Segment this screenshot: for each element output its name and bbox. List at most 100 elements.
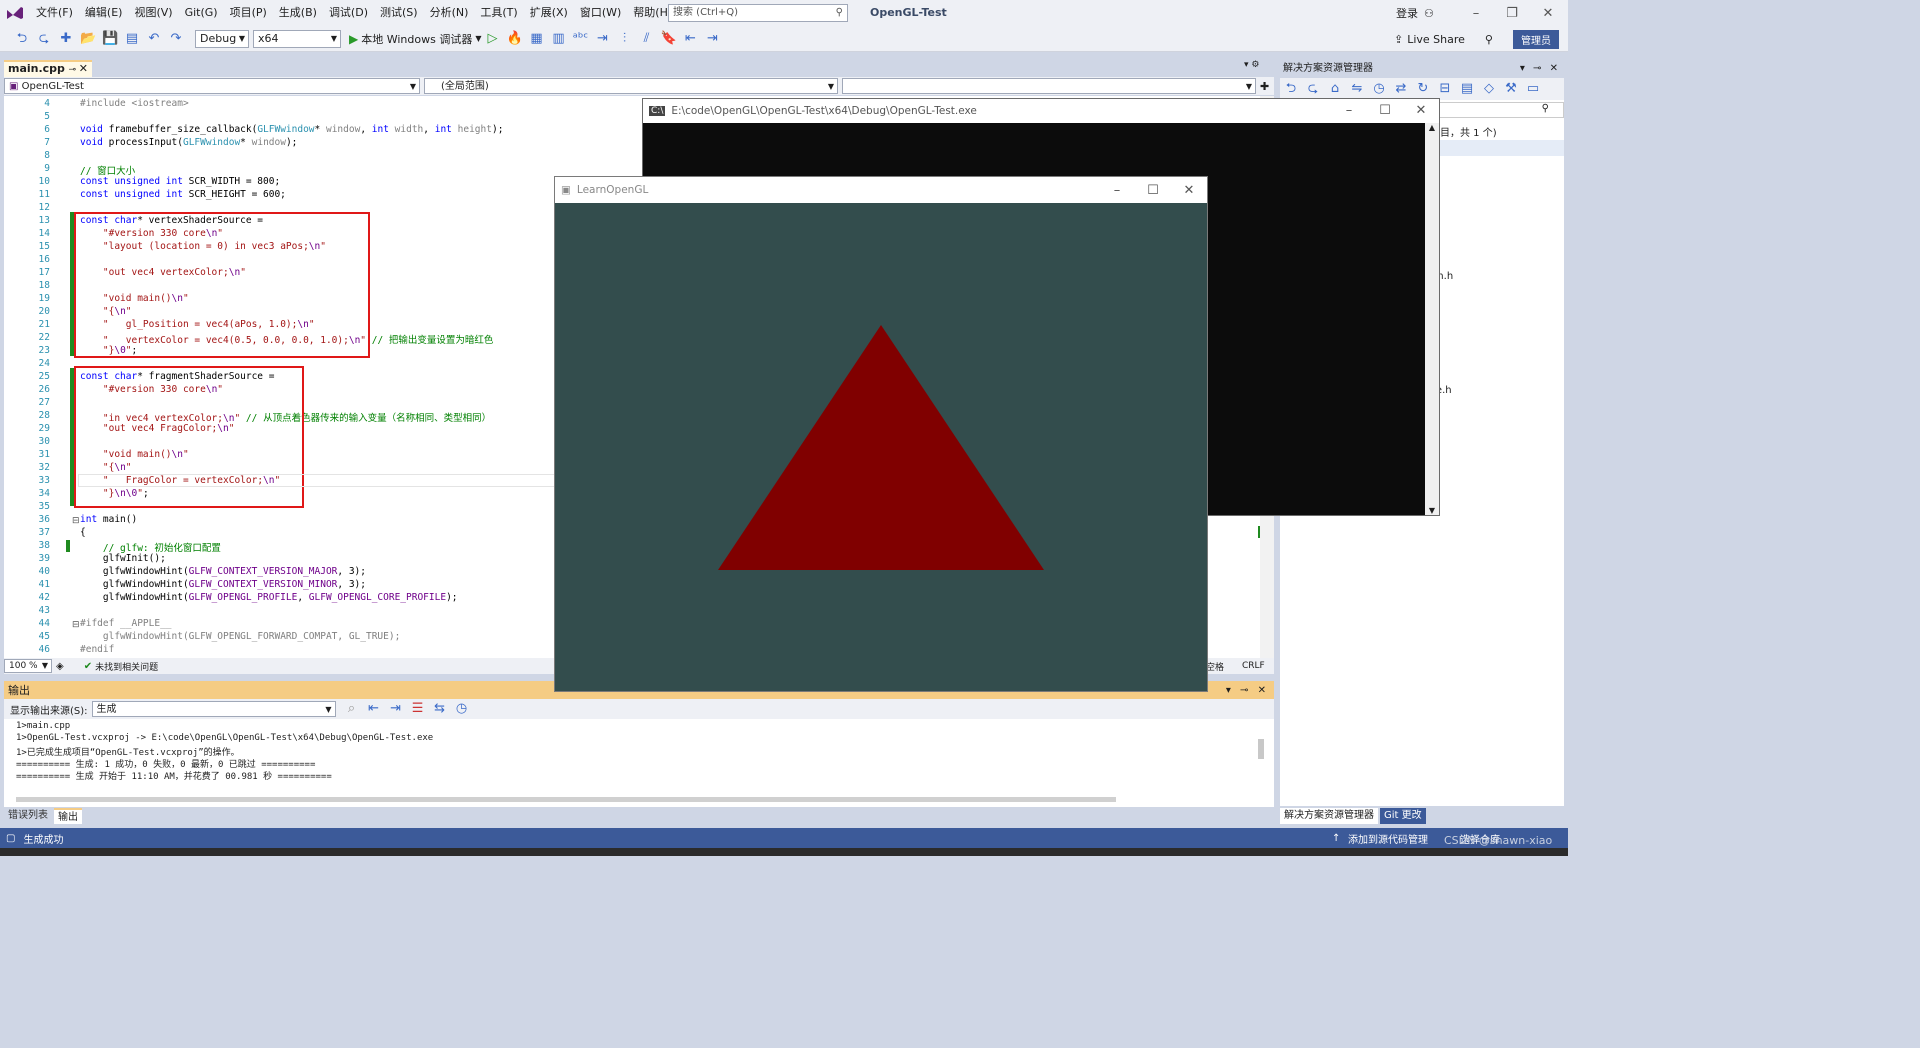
tab-solution-explorer[interactable]: 解决方案资源管理器 — [1280, 808, 1378, 824]
pin-icon[interactable]: ⊸ — [1240, 685, 1248, 696]
issues-status[interactable]: 未找到相关问题 — [95, 660, 158, 673]
tab-error-list[interactable]: 错误列表 — [4, 808, 52, 824]
forward-icon[interactable]: ⮎ — [1305, 81, 1321, 97]
word-wrap-icon[interactable]: ⇆ — [432, 701, 448, 717]
browse-icon[interactable]: ▦ — [529, 31, 545, 47]
collapse-all-icon[interactable]: ⊟ — [1437, 81, 1453, 97]
maximize-icon[interactable]: ☐ — [1367, 103, 1403, 118]
switch-view-icon[interactable]: ⇋ — [1349, 81, 1365, 97]
collapse-toggle-icon[interactable]: ⊟ — [72, 620, 80, 630]
comment-icon[interactable]: ⫽ — [639, 31, 655, 47]
clear-all-icon[interactable]: ☰ — [410, 701, 426, 717]
login-link[interactable]: 登录 — [1396, 5, 1418, 21]
tab-overflow-icon[interactable]: ▾ ⚙ — [1244, 60, 1259, 70]
refresh-icon[interactable]: ↻ — [1415, 81, 1431, 97]
bookmark-next-icon[interactable]: ⇥ — [705, 31, 721, 47]
project-nav-select[interactable]: ▣ OpenGL-Test ▼ — [4, 78, 420, 94]
step-icon[interactable]: ⇥ — [595, 31, 611, 47]
tab-main-cpp[interactable]: main.cpp ⊸ ✕ — [4, 60, 92, 77]
tab-git-changes[interactable]: Git 更改 — [1380, 808, 1426, 824]
redo-icon[interactable]: ↷ — [168, 31, 184, 47]
properties-icon[interactable]: ⚒ — [1503, 81, 1519, 97]
minimize-icon[interactable]: – — [1458, 6, 1494, 21]
source-control-icon[interactable]: ↑ — [1332, 833, 1340, 844]
menu-item[interactable]: 项目(P) — [224, 0, 273, 26]
save-icon[interactable]: 💾 — [102, 31, 118, 47]
config-select[interactable]: Debug ▼ — [195, 29, 249, 48]
layout-icon[interactable]: ▥ — [551, 31, 567, 47]
forward-icon[interactable]: ⮎ — [36, 31, 52, 47]
back-icon[interactable]: ⮌ — [14, 31, 30, 47]
menu-item[interactable]: 窗口(W) — [574, 0, 627, 26]
collapse-toggle-icon[interactable]: ⊟ — [72, 516, 80, 526]
scroll-down-icon[interactable]: ▼ — [1425, 506, 1439, 515]
home-icon[interactable]: ⌂ — [1327, 81, 1343, 97]
close-icon[interactable]: ✕ — [1403, 103, 1439, 118]
show-all-files-icon[interactable]: ▤ — [1459, 81, 1475, 97]
tab-output[interactable]: 输出 — [54, 808, 82, 824]
maximize-icon[interactable]: ☐ — [1135, 183, 1171, 198]
maximize-icon[interactable]: ❐ — [1494, 6, 1530, 21]
code-view-icon[interactable]: ◇ — [1481, 81, 1497, 97]
hot-reload-icon[interactable]: 🔥 — [507, 31, 523, 47]
close-icon[interactable]: ✕ — [1550, 63, 1558, 74]
selected-row[interactable] — [1428, 140, 1564, 156]
find-message-icon[interactable]: ⌕ — [344, 701, 360, 717]
bookmark-icon[interactable]: 🔖 — [661, 31, 677, 47]
menu-item[interactable]: 扩展(X) — [524, 0, 574, 26]
new-project-icon[interactable]: ✚ — [58, 31, 74, 47]
menu-item[interactable]: 分析(N) — [424, 0, 475, 26]
menu-item[interactable]: 生成(B) — [273, 0, 323, 26]
line-ending[interactable]: CRLF — [1242, 661, 1265, 671]
horizontal-scrollbar[interactable] — [16, 797, 1116, 802]
chevron-down-icon[interactable]: ▼ — [475, 34, 481, 43]
prev-message-icon[interactable]: ⇤ — [366, 701, 382, 717]
history-icon[interactable]: ◷ — [1371, 81, 1387, 97]
pin-icon[interactable]: ⊸ — [68, 63, 76, 77]
run-icon[interactable]: ▶ — [349, 32, 358, 46]
zoom-select[interactable]: 100 % ▼ — [4, 659, 52, 673]
platform-select[interactable]: x64 ▼ — [253, 29, 341, 48]
format-icon[interactable]: ⫶ — [617, 31, 633, 47]
vertical-scrollbar-thumb[interactable] — [1258, 739, 1264, 759]
menu-item[interactable]: 编辑(E) — [79, 0, 129, 26]
indent-mode[interactable]: 空格 — [1206, 660, 1224, 673]
close-icon[interactable]: ✕ — [1258, 685, 1266, 696]
live-share-button[interactable]: Live Share — [1407, 33, 1465, 46]
back-icon[interactable]: ⮌ — [1283, 81, 1299, 97]
intellicode-icon[interactable]: ◈ — [56, 661, 64, 672]
next-message-icon[interactable]: ⇥ — [388, 701, 404, 717]
add-to-source-control[interactable]: 添加到源代码管理 — [1348, 831, 1428, 846]
split-icon[interactable]: ✚ — [1260, 80, 1269, 93]
close-icon[interactable]: ✕ — [1171, 183, 1207, 198]
minimize-icon[interactable]: – — [1099, 183, 1135, 198]
scroll-up-icon[interactable]: ▲ — [1425, 123, 1439, 132]
close-tab-icon[interactable]: ✕ — [79, 62, 88, 76]
menu-item[interactable]: 文件(F) — [30, 0, 79, 26]
search-input[interactable]: 搜索 (Ctrl+Q) ⚲ — [668, 4, 848, 22]
dropdown-icon[interactable]: ▾ — [1520, 63, 1525, 74]
console-scrollbar[interactable]: ▲ ▼ — [1425, 123, 1439, 515]
account-icon[interactable]: ⚇ — [1424, 7, 1434, 20]
menu-item[interactable]: 测试(S) — [374, 0, 424, 26]
output-text[interactable]: 1>main.cpp 1>OpenGL-Test.vcxproj -> E:\c… — [4, 719, 1274, 807]
live-share-icon[interactable]: ⇪ — [1394, 33, 1403, 46]
open-folder-icon[interactable]: 📂 — [80, 31, 96, 47]
menu-item[interactable]: 调试(D) — [323, 0, 374, 26]
undo-icon[interactable]: ↶ — [146, 31, 162, 47]
run-without-debug-icon[interactable]: ▷ — [485, 31, 501, 47]
feedback-icon[interactable]: ⚲ — [1485, 33, 1493, 46]
save-all-icon[interactable]: ▤ — [124, 31, 140, 47]
member-nav-select[interactable]: ▼ — [842, 78, 1256, 94]
sync-icon[interactable]: ⇄ — [1393, 81, 1409, 97]
close-icon[interactable]: ✕ — [1530, 6, 1566, 21]
preview-icon[interactable]: ▭ — [1525, 81, 1541, 97]
dropdown-icon[interactable]: ▾ — [1226, 685, 1231, 696]
bookmark-prev-icon[interactable]: ⇤ — [683, 31, 699, 47]
console-titlebar[interactable]: C:\ E:\code\OpenGL\OpenGL-Test\x64\Debug… — [643, 99, 1439, 123]
pin-icon[interactable]: ⊸ — [1533, 63, 1541, 74]
clock-icon[interactable]: ◷ — [454, 701, 470, 717]
menu-item[interactable]: 视图(V) — [128, 0, 178, 26]
scope-nav-select[interactable]: (全局范围) ▼ — [424, 78, 838, 94]
run-debugger-button[interactable]: 本地 Windows 调试器 — [361, 31, 472, 47]
